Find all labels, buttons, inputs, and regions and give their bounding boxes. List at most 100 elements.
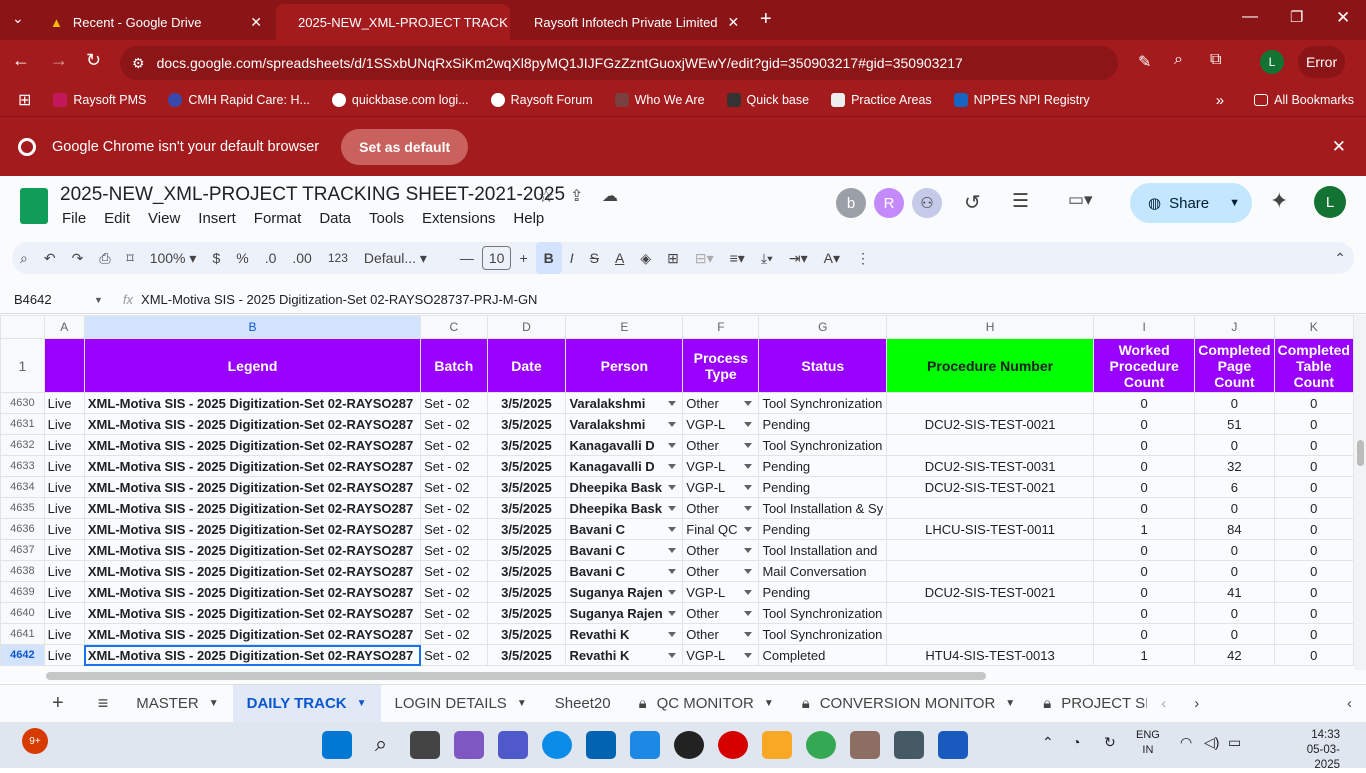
cell-g[interactable]: Tool Synchronization (758, 602, 888, 624)
add-sheet-icon[interactable]: + (0, 685, 84, 723)
header-cell[interactable]: Date (486, 338, 567, 393)
cell-i[interactable]: 0 (1092, 455, 1196, 477)
text-wrapping-icon[interactable]: ⇥▾ (781, 242, 816, 274)
bookmark-who-we-are[interactable]: Who We Are (614, 93, 705, 107)
currency-format-button[interactable]: $ (204, 242, 228, 274)
tray-sync-icon[interactable]: ↻ (1104, 734, 1116, 751)
cell-i[interactable]: 1 (1092, 644, 1196, 666)
column-header[interactable]: B (83, 315, 422, 339)
cell-h[interactable]: DCU2-SIS-TEST-0031 (886, 455, 1094, 477)
sheet-tab-conversion-monitor[interactable]: 🔒︎ CONVERSION MONITOR ▼ (788, 685, 1029, 723)
row-number[interactable]: 4630 (0, 392, 45, 414)
extensions-icon[interactable]: ⧉ (1210, 51, 1221, 69)
cell-g[interactable]: Mail Conversation (758, 560, 888, 582)
close-icon[interactable]: ✕ (728, 14, 740, 31)
text-rotation-icon[interactable]: A▾ (816, 242, 848, 274)
cell-c[interactable]: Set - 02 (420, 560, 488, 582)
scrollbar-thumb[interactable] (1357, 440, 1364, 466)
copilot-icon[interactable] (454, 731, 484, 759)
cell-k[interactable]: 0 (1273, 623, 1354, 645)
cell-h[interactable]: LHCU-SIS-TEST-0011 (886, 518, 1094, 540)
decrease-font-size-icon[interactable]: — (452, 242, 482, 274)
print-icon[interactable]: ⎙ (91, 242, 118, 274)
cell-b[interactable]: XML-Motiva SIS - 2025 Digitization-Set 0… (83, 476, 422, 498)
edge-icon[interactable] (542, 731, 572, 759)
cell-g[interactable]: Tool Synchronization (758, 392, 888, 414)
volume-icon[interactable]: ◁) (1204, 734, 1219, 751)
cell-j[interactable]: 0 (1194, 497, 1275, 519)
cell-d[interactable]: 3/5/2025 (486, 581, 567, 603)
cell-k[interactable]: 0 (1273, 476, 1354, 498)
collaborator-avatar[interactable]: b (836, 188, 866, 218)
cell-d[interactable]: 3/5/2025 (486, 392, 567, 414)
app-icon[interactable] (850, 731, 880, 759)
side-panel-toggle-icon[interactable]: ‹ (1333, 685, 1366, 723)
menu-insert[interactable]: Insert (198, 210, 236, 227)
row-number[interactable]: 4637 (0, 539, 45, 561)
column-header[interactable]: I (1092, 315, 1196, 339)
menu-data[interactable]: Data (319, 210, 351, 227)
meet-icon[interactable]: ▭▾ (1068, 190, 1093, 210)
cell-i[interactable]: 0 (1092, 392, 1196, 414)
cell-k[interactable]: 0 (1273, 455, 1354, 477)
clock[interactable]: 14:33 05-03-2025 (1284, 728, 1340, 773)
forward-icon[interactable]: → (50, 50, 68, 71)
cell-h[interactable]: DCU2-SIS-TEST-0021 (886, 581, 1094, 603)
cell-e[interactable]: Revathi K (565, 644, 684, 666)
header-cell[interactable] (43, 338, 85, 393)
cell-c[interactable]: Set - 02 (420, 497, 488, 519)
cell-h[interactable] (886, 623, 1094, 645)
cell-a[interactable]: Live (43, 392, 85, 414)
cell-k[interactable]: 0 (1273, 413, 1354, 435)
cell-b[interactable]: XML-Motiva SIS - 2025 Digitization-Set 0… (83, 623, 422, 645)
bookmark-quickbase-login[interactable]: quickbase.com logi... (331, 93, 469, 107)
menu-extensions[interactable]: Extensions (422, 210, 495, 227)
sheet-tab-master[interactable]: MASTER ▼ (122, 685, 232, 723)
chrome-icon[interactable] (806, 731, 836, 759)
cell-d[interactable]: 3/5/2025 (486, 644, 567, 666)
cell-k[interactable]: 0 (1273, 539, 1354, 561)
battery-icon[interactable]: ▭ (1228, 734, 1241, 751)
app-icon[interactable] (630, 731, 660, 759)
cell-b[interactable]: XML-Motiva SIS - 2025 Digitization-Set 0… (83, 539, 422, 561)
cell-d[interactable]: 3/5/2025 (486, 602, 567, 624)
borders-icon[interactable]: ⊞ (659, 242, 687, 274)
cell-e[interactable]: Dheepika Bask (565, 497, 684, 519)
merge-cells-icon[interactable]: ⊟▾ (687, 242, 722, 274)
column-header[interactable]: H (886, 315, 1094, 339)
sheet-tab-daily-track[interactable]: DAILY TRACK ▼ (232, 684, 381, 723)
redo-icon[interactable]: ↷ (64, 242, 92, 274)
document-title[interactable]: 2025-NEW_XML-PROJECT TRACKING SHEET-2021… (60, 184, 565, 206)
row-number[interactable]: 4633 (0, 455, 45, 477)
cell-b[interactable]: XML-Motiva SIS - 2025 Digitization-Set 0… (83, 602, 422, 624)
word-icon[interactable] (938, 731, 968, 759)
paint-format-icon[interactable]: ⌑ (119, 242, 142, 274)
cell-e[interactable]: Bavani C (565, 560, 684, 582)
cell-j[interactable]: 42 (1194, 644, 1275, 666)
window-close-icon[interactable]: ✕ (1336, 8, 1350, 28)
bold-button[interactable]: B (535, 242, 562, 274)
store-icon[interactable] (586, 731, 616, 759)
wifi-icon[interactable]: ◠ (1180, 734, 1192, 751)
cell-c[interactable]: Set - 02 (420, 476, 488, 498)
cell-f[interactable]: Other (682, 560, 760, 582)
column-header[interactable]: G (758, 315, 888, 339)
name-box[interactable]: B4642 (14, 292, 94, 307)
cell-c[interactable]: Set - 02 (420, 392, 488, 414)
cell-a[interactable]: Live (43, 644, 85, 666)
cell-g[interactable]: Pending (758, 581, 888, 603)
cell-j[interactable]: 84 (1194, 518, 1275, 540)
fill-color-icon[interactable]: ◈ (632, 242, 659, 274)
cell-h[interactable] (886, 392, 1094, 414)
cell-f[interactable]: Other (682, 539, 760, 561)
cell-f[interactable]: Other (682, 392, 760, 414)
formula-input[interactable]: XML-Motiva SIS - 2025 Digitization-Set 0… (141, 292, 537, 307)
row-number[interactable]: 4641 (0, 623, 45, 645)
cell-j[interactable]: 51 (1194, 413, 1275, 435)
cell-k[interactable]: 0 (1273, 602, 1354, 624)
cell-g[interactable]: Pending (758, 455, 888, 477)
reload-icon[interactable]: ↻ (86, 50, 101, 71)
cell-c[interactable]: Set - 02 (420, 602, 488, 624)
sheet-tab-sheet20[interactable]: Sheet20 (541, 685, 625, 723)
cell-e[interactable]: Varalakshmi (565, 392, 684, 414)
